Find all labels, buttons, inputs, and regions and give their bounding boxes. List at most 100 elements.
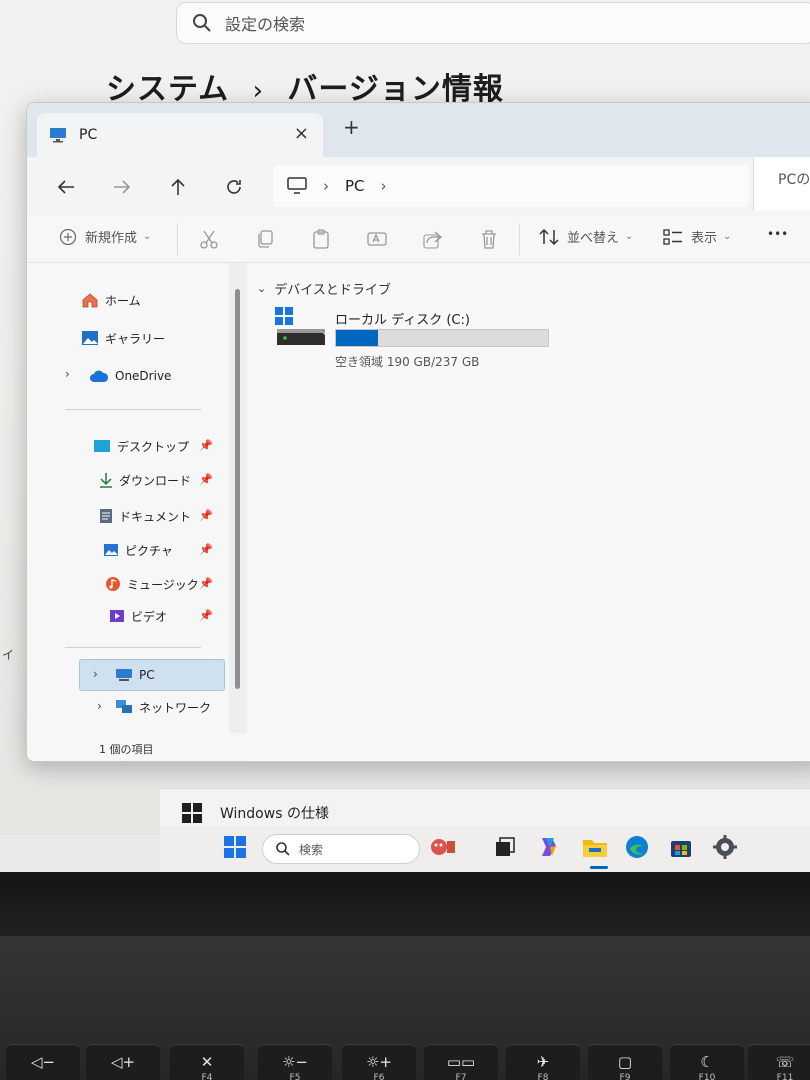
home-icon xyxy=(82,293,98,308)
breadcrumb-chevron-icon[interactable]: › xyxy=(381,177,387,195)
nav-item-label: ネットワーク xyxy=(139,700,212,715)
settings-search-input[interactable]: 設定の検索 xyxy=(176,2,810,44)
more-options-button[interactable]: ••• xyxy=(767,227,788,241)
pin-icon[interactable]: 📌 xyxy=(199,577,213,590)
address-path-pc[interactable]: PC xyxy=(345,177,365,195)
key-label: F9 xyxy=(619,1073,631,1080)
paste-icon[interactable] xyxy=(309,227,333,251)
close-tab-button[interactable]: × xyxy=(294,123,309,144)
widgets-icon[interactable] xyxy=(428,832,458,862)
taskbar-search[interactable]: 検索 xyxy=(262,834,420,864)
start-button[interactable] xyxy=(220,832,250,862)
key-glyph-icon: ✕ xyxy=(200,1053,214,1071)
nav-item-pc[interactable]: PC xyxy=(115,662,155,688)
nav-item-pictures[interactable]: ピクチャ xyxy=(103,537,173,563)
pin-icon[interactable]: 📌 xyxy=(199,609,213,622)
nav-item-gallery[interactable]: ギャラリー xyxy=(81,325,165,351)
sort-icon xyxy=(539,228,559,245)
cloud-icon xyxy=(90,370,109,382)
arrow-left-icon xyxy=(57,180,74,194)
key-glyph-icon: ☏ xyxy=(775,1053,795,1071)
key-label: F11 xyxy=(776,1073,794,1080)
pin-icon[interactable]: 📌 xyxy=(199,473,213,486)
task-view-icon[interactable] xyxy=(490,832,520,862)
function-key[interactable]: ☏ F11 xyxy=(748,1044,810,1080)
drive-item-c[interactable]: ローカル ディスク (C:) 空き領域 190 GB/237 GB xyxy=(273,305,563,369)
key-glyph-icon: ▭▭ xyxy=(446,1053,476,1071)
key-label: F4 xyxy=(201,1073,213,1080)
drive-name: ローカル ディスク (C:) xyxy=(335,313,470,328)
document-icon xyxy=(100,509,112,523)
function-key[interactable]: ◁− xyxy=(6,1044,80,1080)
rename-icon[interactable] xyxy=(365,227,389,251)
chevron-down-icon: ⌄ xyxy=(143,231,152,242)
pin-icon[interactable]: 📌 xyxy=(199,439,213,452)
chevron-down-icon: ⌄ xyxy=(625,231,634,242)
view-button[interactable]: 表示 ⌄ xyxy=(663,227,731,246)
edge-icon[interactable] xyxy=(622,832,652,862)
breadcrumb-chevron-icon[interactable]: › xyxy=(323,177,329,195)
music-icon xyxy=(106,577,120,591)
key-label: F7 xyxy=(455,1073,467,1080)
settings-gear-icon[interactable] xyxy=(710,832,740,862)
pictures-icon xyxy=(104,544,118,556)
video-icon xyxy=(110,610,124,622)
new-tab-button[interactable]: + xyxy=(343,115,360,139)
chevron-right-icon[interactable]: › xyxy=(93,667,98,681)
file-explorer-taskbar-icon[interactable] xyxy=(580,832,610,862)
chevron-right-icon[interactable]: › xyxy=(65,367,70,381)
share-icon[interactable] xyxy=(421,227,445,251)
nav-item-network[interactable]: ネットワーク xyxy=(115,694,211,720)
function-key[interactable]: ☾ F10 xyxy=(670,1044,744,1080)
nav-item-videos[interactable]: ビデオ xyxy=(109,603,167,629)
chevron-right-icon[interactable]: › xyxy=(97,699,102,713)
copy-icon[interactable] xyxy=(253,227,277,251)
function-key[interactable]: ☼+ F6 xyxy=(342,1044,416,1080)
up-button[interactable] xyxy=(163,173,193,201)
refresh-button[interactable] xyxy=(219,173,249,201)
explorer-search-input[interactable]: PCの xyxy=(753,157,810,211)
address-bar[interactable]: › PC › xyxy=(273,165,749,207)
cut-icon[interactable] xyxy=(197,227,221,251)
key-glyph-icon: ▢ xyxy=(617,1053,633,1071)
sort-button[interactable]: 並べ替え ⌄ xyxy=(539,227,633,246)
nav-item-home[interactable]: ホーム xyxy=(81,287,141,313)
title-bar: PC × + xyxy=(27,103,810,157)
forward-button[interactable] xyxy=(107,173,137,201)
function-key[interactable]: ▢ F9 xyxy=(588,1044,662,1080)
group-header-devices[interactable]: ⌄ デバイスとドライブ xyxy=(257,279,391,298)
nav-item-downloads[interactable]: ダウンロード xyxy=(99,467,191,493)
copilot-icon[interactable] xyxy=(534,832,564,862)
new-button[interactable]: 新規作成 ⌄ xyxy=(59,227,151,246)
group-header-label: デバイスとドライブ xyxy=(274,283,391,298)
function-key[interactable]: ◁+ xyxy=(86,1044,160,1080)
drive-free-space: 空き領域 190 GB/237 GB xyxy=(335,355,480,369)
computer-icon xyxy=(116,669,132,681)
pin-icon[interactable]: 📌 xyxy=(199,509,213,522)
delete-icon[interactable] xyxy=(477,227,501,251)
taskbar: 検索 xyxy=(160,826,810,872)
nav-item-documents[interactable]: ドキュメント xyxy=(99,503,191,529)
key-glyph-icon: ☼+ xyxy=(365,1053,392,1071)
pin-icon[interactable]: 📌 xyxy=(199,543,213,556)
function-key[interactable]: ▭▭ F7 xyxy=(424,1044,498,1080)
nav-item-music[interactable]: ミュージック xyxy=(105,571,199,597)
navigation-bar: › PC › PCの xyxy=(27,157,810,215)
plus-circle-icon xyxy=(59,228,77,245)
computer-icon xyxy=(287,177,307,194)
nav-item-onedrive[interactable]: OneDrive xyxy=(89,363,171,389)
key-label: F10 xyxy=(698,1073,716,1080)
function-key[interactable]: ✈ F8 xyxy=(506,1044,580,1080)
store-icon[interactable] xyxy=(666,832,696,862)
nav-scrollbar-thumb[interactable] xyxy=(235,289,240,689)
nav-item-label: ピクチャ xyxy=(125,543,173,558)
function-key[interactable]: ✕ F4 xyxy=(170,1044,244,1080)
network-icon xyxy=(116,700,132,713)
back-button[interactable] xyxy=(51,173,81,201)
function-key[interactable]: ☼− F5 xyxy=(258,1044,332,1080)
windows-logo-icon xyxy=(182,802,202,823)
new-button-label: 新規作成 xyxy=(85,231,138,246)
tab-title: PC xyxy=(79,127,98,143)
tab-pc[interactable]: PC × xyxy=(37,113,323,157)
nav-item-desktop[interactable]: デスクトップ xyxy=(93,433,189,459)
